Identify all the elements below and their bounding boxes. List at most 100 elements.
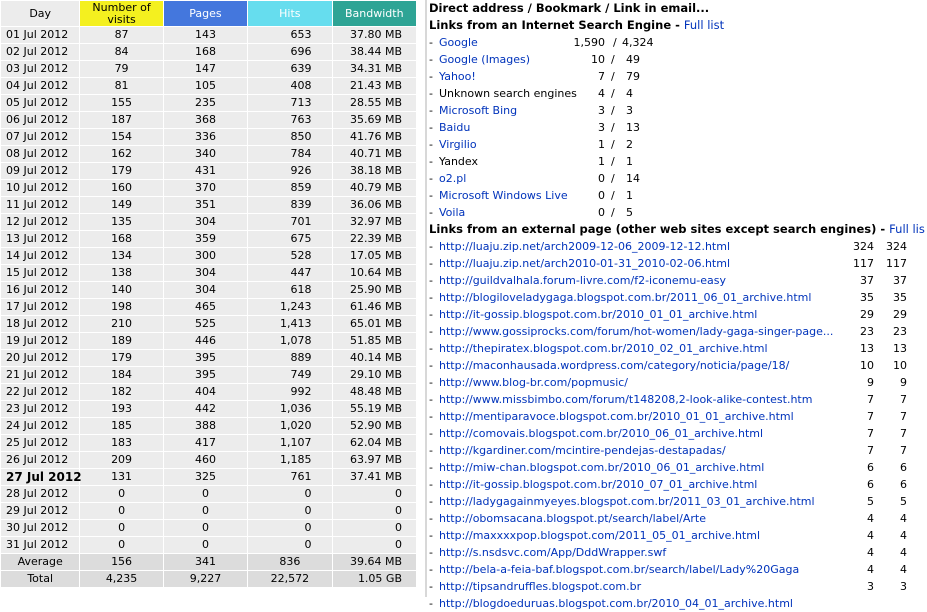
bullet-dash: - <box>429 155 433 168</box>
external-page-row: - http://bela-a-feia-baf.blogspot.com.br/… <box>429 561 927 578</box>
search-engine-row: - Baidu 3 / 13 <box>429 119 927 136</box>
external-page-link[interactable]: http://maconhausada.wordpress.com/catego… <box>439 357 789 374</box>
bandwidth-cell: 36.06 MB <box>332 197 416 213</box>
search-engine-pages: 1,590 <box>573 36 606 49</box>
external-page-link[interactable]: http://ladygagainmyeyes.blogspot.com.br/… <box>439 493 815 510</box>
bandwidth-cell: 34.31 MB <box>332 61 416 77</box>
visits-cell: 168 <box>80 231 163 247</box>
daily-summary-row: Average 156 341 836 39.64 MB <box>1 554 416 570</box>
pages-cell: 370 <box>163 180 248 196</box>
day-cell: 18 Jul 2012 <box>1 316 80 332</box>
external-page-link[interactable]: http://comovais.blogspot.com.br/2010_06_… <box>439 425 763 442</box>
pages-cell: 341 <box>163 554 248 570</box>
value-separator: / <box>611 189 615 202</box>
external-page-link[interactable]: http://obomsacana.blogspot.pt/search/lab… <box>439 510 706 527</box>
search-engine-name[interactable]: Microsoft Bing <box>439 102 517 119</box>
external-page-link[interactable]: http://luaju.zip.net/arch2010-01-31_2010… <box>439 255 730 272</box>
external-page-row: - http://tipsandruffles.blogspot.com.br 3 3 <box>429 578 927 595</box>
search-engine-row: - Virgilio 1 / 2 <box>429 136 927 153</box>
search-engines-full-list-link[interactable]: Full list <box>684 18 724 32</box>
pages-cell: 446 <box>163 333 248 349</box>
external-page-row: - http://obomsacana.blogspot.pt/search/la… <box>429 510 927 527</box>
visits-cell: 209 <box>80 452 163 468</box>
bullet-dash: - <box>429 563 433 576</box>
external-page-link[interactable]: http://www.blog-br.com/popmusic/ <box>439 374 628 391</box>
pages-cell: 304 <box>163 265 248 281</box>
search-engine-name[interactable]: Yahoo! <box>439 68 476 85</box>
bandwidth-cell: 38.18 MB <box>332 163 416 179</box>
hits-cell: 653 <box>248 27 332 43</box>
external-page-row: - http://it-gossip.blogspot.com.br/2010_0… <box>429 306 927 323</box>
external-page-link[interactable]: http://www.gossiprocks.com/forum/hot-wom… <box>439 323 833 340</box>
daily-row: 23 Jul 2012 193 442 1,036 55.19 MB <box>1 401 416 417</box>
daily-row: 24 Jul 2012 185 388 1,020 52.90 MB <box>1 418 416 434</box>
header-visits: Number of visits <box>80 1 163 26</box>
day-cell: 10 Jul 2012 <box>1 180 80 196</box>
bandwidth-cell: 21.43 MB <box>332 78 416 94</box>
external-page-link[interactable]: http://blogdoeduruas.blogspot.com.br/201… <box>439 595 793 612</box>
bandwidth-cell: 28.55 MB <box>332 95 416 111</box>
search-engine-hits: 4,324 <box>622 36 654 49</box>
external-pages-full-list-link[interactable]: Full lis <box>889 222 925 236</box>
day-cell: 04 Jul 2012 <box>1 78 80 94</box>
external-page-hits: 7 <box>900 410 907 423</box>
bullet-dash: - <box>429 172 433 185</box>
external-page-pages: 6 <box>867 478 874 491</box>
bandwidth-cell: 25.90 MB <box>332 282 416 298</box>
search-engine-name[interactable]: Google (Images) <box>439 51 530 68</box>
external-page-link[interactable]: http://www.missbimbo.com/forum/t148208,2… <box>439 391 812 408</box>
bandwidth-cell: 29.10 MB <box>332 367 416 383</box>
bullet-dash: - <box>429 104 433 117</box>
visits-cell: 134 <box>80 248 163 264</box>
external-page-link[interactable]: http://luaju.zip.net/arch2009-12-06_2009… <box>439 238 730 255</box>
hits-cell: 1,020 <box>248 418 332 434</box>
external-page-row: - http://mentiparavoce.blogspot.com.br/20… <box>429 408 927 425</box>
external-page-link[interactable]: http://tipsandruffles.blogspot.com.br <box>439 578 641 595</box>
search-engine-name[interactable]: Voila <box>439 204 465 221</box>
search-engine-hits: 1 <box>626 189 633 202</box>
pages-cell: 336 <box>163 129 248 145</box>
external-page-link[interactable]: http://s.nsdsvc.com/App/DddWrapper.swf <box>439 544 666 561</box>
bandwidth-cell: 35.69 MB <box>332 112 416 128</box>
external-page-row: - http://thepiratex.blogspot.com.br/2010_… <box>429 340 927 357</box>
search-engine-hits: 5 <box>626 206 633 219</box>
search-engine-name[interactable]: o2.pl <box>439 170 466 187</box>
pages-cell: 304 <box>163 214 248 230</box>
value-separator: / <box>611 104 615 117</box>
external-page-link[interactable]: http://it-gossip.blogspot.com.br/2010_01… <box>439 306 757 323</box>
day-cell: 23 Jul 2012 <box>1 401 80 417</box>
search-engine-name[interactable]: Google <box>439 34 478 51</box>
external-page-row: - http://luaju.zip.net/arch2009-12-06_200… <box>429 238 927 255</box>
hits-cell: 408 <box>248 78 332 94</box>
external-page-pages: 4 <box>867 512 874 525</box>
search-engine-hits: 2 <box>626 138 633 151</box>
hits-cell: 639 <box>248 61 332 77</box>
bandwidth-cell: 63.97 MB <box>332 452 416 468</box>
hits-cell: 618 <box>248 282 332 298</box>
external-page-link[interactable]: http://mentiparavoce.blogspot.com.br/201… <box>439 408 794 425</box>
external-page-link[interactable]: http://guildvalhala.forum-livre.com/f2-i… <box>439 272 726 289</box>
daily-row: 15 Jul 2012 138 304 447 10.64 MB <box>1 265 416 281</box>
pages-cell: 417 <box>163 435 248 451</box>
bandwidth-cell: 37.41 MB <box>332 469 416 485</box>
value-separator: / <box>611 172 615 185</box>
external-page-link[interactable]: http://blogiloveladygaga.blogspot.com.br… <box>439 289 811 306</box>
external-page-link[interactable]: http://it-gossip.blogspot.com.br/2010_07… <box>439 476 757 493</box>
search-engine-name[interactable]: Virgilio <box>439 136 477 153</box>
bandwidth-cell: 1.05 GB <box>332 571 416 587</box>
bandwidth-cell: 22.39 MB <box>332 231 416 247</box>
external-page-link[interactable]: http://kgardiner.com/mcintire-pendejas-d… <box>439 442 726 459</box>
bullet-dash: - <box>429 529 433 542</box>
hits-cell: 889 <box>248 350 332 366</box>
search-engine-name[interactable]: Baidu <box>439 119 470 136</box>
external-page-link[interactable]: http://thepiratex.blogspot.com.br/2010_0… <box>439 340 768 357</box>
pages-cell: 340 <box>163 146 248 162</box>
visits-cell: 162 <box>80 146 163 162</box>
external-page-link[interactable]: http://miw-chan.blogspot.com.br/2010_06_… <box>439 459 764 476</box>
search-engine-pages: 3 <box>598 121 605 134</box>
value-separator: / <box>611 121 615 134</box>
day-cell: 09 Jul 2012 <box>1 163 80 179</box>
pages-cell: 143 <box>163 27 248 43</box>
external-page-link[interactable]: http://maxxxxpop.blogspot.com/2011_05_01… <box>439 527 760 544</box>
external-page-link[interactable]: http://bela-a-feia-baf.blogspot.com.br/s… <box>439 561 799 578</box>
